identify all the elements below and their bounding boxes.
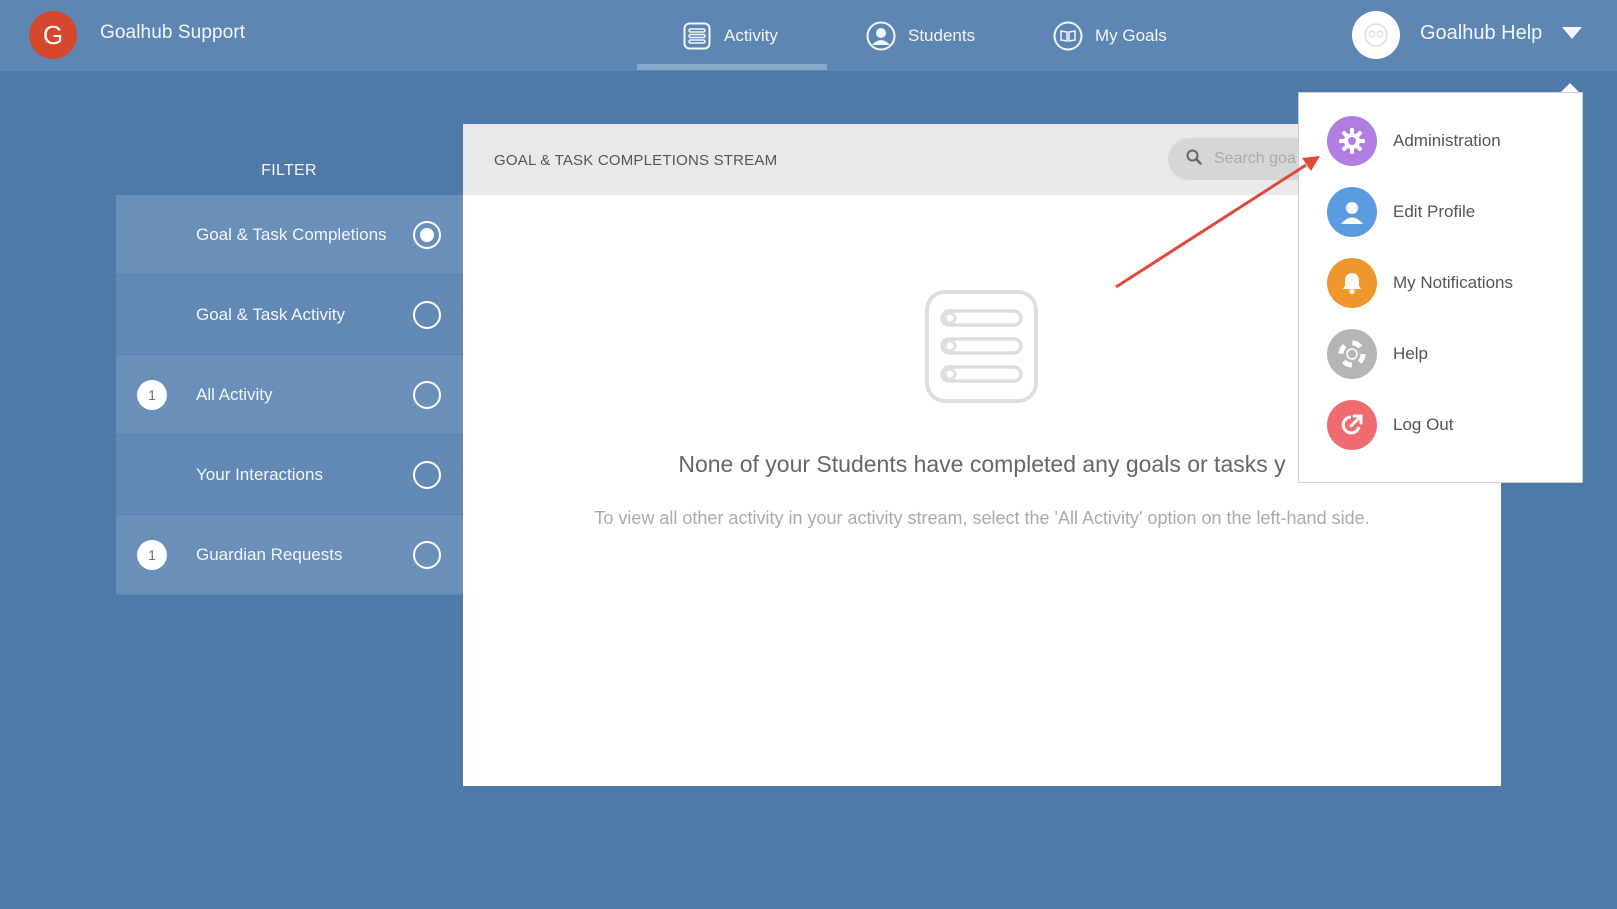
profile-icon	[1327, 187, 1377, 237]
filter-your-interactions[interactable]: Your Interactions	[116, 435, 463, 515]
search-placeholder: Search goa	[1214, 150, 1296, 167]
radio-button[interactable]	[413, 301, 441, 329]
menu-item-administration[interactable]: Administration	[1327, 115, 1567, 167]
filter-item-label: Guardian Requests	[196, 545, 343, 564]
nav-my-goals-label: My Goals	[1095, 25, 1167, 45]
panel-title: GOAL & TASK COMPLETIONS STREAM	[494, 152, 778, 169]
nav-my-goals[interactable]: My Goals	[1053, 0, 1167, 71]
chevron-down-icon[interactable]	[1562, 27, 1582, 39]
filter-list: Goal & Task Completions Goal & Task Acti…	[116, 195, 463, 595]
filter-item-label: Goal & Task Activity	[196, 305, 345, 324]
menu-item-label: Log Out	[1393, 415, 1454, 434]
filter-item-label: Your Interactions	[196, 465, 323, 484]
filter-heading: FILTER	[261, 162, 317, 179]
empty-state-subtitle: To view all other activity in your activ…	[594, 508, 1370, 528]
brand-logo[interactable]: G	[29, 11, 77, 59]
logout-icon	[1327, 400, 1377, 450]
menu-item-label: My Notifications	[1393, 273, 1513, 292]
nav-students-label: Students	[908, 25, 976, 45]
active-tab-indicator	[637, 64, 827, 70]
student-icon	[866, 21, 896, 51]
menu-item-label: Administration	[1393, 131, 1501, 150]
filter-goal-task-activity[interactable]: Goal & Task Activity	[116, 275, 463, 355]
radio-button[interactable]	[413, 541, 441, 569]
search-icon	[1186, 149, 1202, 170]
menu-item-my-notifications[interactable]: My Notifications	[1327, 257, 1567, 309]
radio-button[interactable]	[413, 381, 441, 409]
filter-item-label: All Activity	[196, 385, 273, 404]
user-dropdown-menu: Administration Edit Profile My Notificat…	[1298, 92, 1583, 483]
nav-students[interactable]: Students	[866, 0, 975, 71]
radio-button[interactable]	[413, 221, 441, 249]
bell-icon	[1327, 258, 1377, 308]
user-avatar-icon[interactable]	[1352, 11, 1400, 59]
menu-item-edit-profile[interactable]: Edit Profile	[1327, 186, 1567, 238]
brand-name[interactable]: Goalhub Support	[100, 22, 245, 44]
filter-guardian-requests[interactable]: 1 Guardian Requests	[116, 515, 463, 595]
nav-activity-label: Activity	[724, 25, 778, 45]
activity-list-icon	[682, 21, 712, 51]
filter-goal-task-completions[interactable]: Goal & Task Completions	[116, 195, 463, 275]
empty-stream-icon	[924, 289, 1039, 404]
menu-item-label: Edit Profile	[1393, 202, 1476, 221]
book-icon	[1053, 21, 1083, 51]
gear-icon	[1327, 116, 1377, 166]
menu-item-label: Help	[1393, 344, 1428, 363]
top-navigation-bar: G Goalhub Support Activity Students My G…	[0, 0, 1617, 71]
count-badge: 1	[137, 380, 167, 410]
lifebuoy-icon	[1327, 329, 1377, 379]
filter-all-activity[interactable]: 1 All Activity	[116, 355, 463, 435]
nav-activity[interactable]: Activity	[682, 0, 778, 71]
count-badge: 1	[137, 540, 167, 570]
user-menu-name[interactable]: Goalhub Help	[1420, 22, 1542, 45]
radio-button[interactable]	[413, 461, 441, 489]
menu-item-help[interactable]: Help	[1327, 328, 1567, 380]
menu-item-log-out[interactable]: Log Out	[1327, 399, 1567, 451]
filter-item-label: Goal & Task Completions	[196, 225, 387, 244]
